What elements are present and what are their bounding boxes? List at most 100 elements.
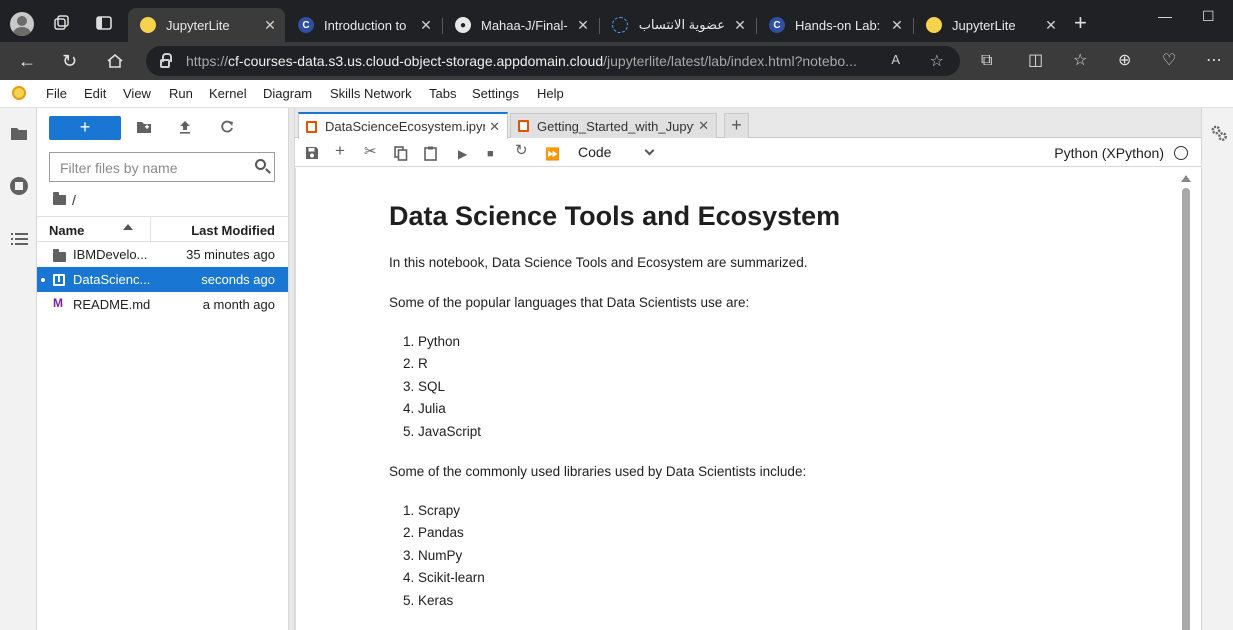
restart-run-all-icon[interactable]: ⏩ <box>545 147 560 161</box>
file-row-ibmdevelo[interactable]: IBMDevelo... 35 minutes ago <box>37 242 288 267</box>
restart-kernel-icon[interactable]: ↻ <box>515 143 528 158</box>
jupyter-menubar: File Edit View Run Kernel Diagram Skills… <box>0 80 1233 108</box>
breadcrumb[interactable]: / <box>53 192 76 208</box>
markdown-icon: M <box>53 296 63 310</box>
favorites-icon[interactable]: ☆ <box>1073 52 1087 70</box>
github-icon: ● <box>455 17 471 33</box>
kernel-name[interactable]: Python (XPython) <box>1054 145 1164 161</box>
browser-tab-jupyterlite-2[interactable]: JupyterLite ✕ <box>914 8 1066 42</box>
read-aloud-icon[interactable]: A <box>891 52 900 67</box>
libraries-list: 1. Scrapy 2. Pandas 3. NumPy 4. Scikit-l… <box>403 500 1089 612</box>
close-tab-icon[interactable]: ✕ <box>489 119 500 135</box>
address-bar[interactable]: https://cf-courses-data.s3.us.cloud-obje… <box>146 46 960 76</box>
more-menu-icon[interactable]: ⋯ <box>1206 52 1222 70</box>
run-cell-icon[interactable]: ▶ <box>458 147 467 161</box>
close-tab-icon[interactable]: ✕ <box>263 17 277 34</box>
markdown-cell-output[interactable]: Data Science Tools and Ecosystem In this… <box>389 198 1089 630</box>
kernel-status-icon <box>1174 146 1188 160</box>
minimize-button[interactable]: — <box>1158 8 1172 24</box>
close-tab-icon[interactable]: ✕ <box>1044 17 1058 34</box>
property-inspector-gears-icon[interactable] <box>1210 124 1228 142</box>
cut-icon[interactable]: ✂ <box>364 144 377 159</box>
browser-tab-arabic[interactable]: عضوية الانتساب ( ✕ <box>600 8 755 42</box>
column-divider <box>150 217 151 243</box>
refresh-files-icon[interactable] <box>220 120 234 134</box>
paste-icon[interactable] <box>424 146 437 161</box>
menu-skills-network[interactable]: Skills Network <box>330 86 412 101</box>
browser-tab-title: Hands-on Lab: U <box>795 17 882 33</box>
new-folder-icon[interactable] <box>136 120 152 134</box>
new-tab-button[interactable]: + <box>1074 12 1087 34</box>
libraries-heading: Some of the commonly used libraries used… <box>389 464 807 480</box>
menu-file[interactable]: File <box>46 86 67 101</box>
tab-actions-icon[interactable] <box>95 14 113 32</box>
close-tab-icon[interactable]: ✕ <box>419 17 433 34</box>
running-kernels-icon[interactable] <box>9 176 29 196</box>
menu-diagram[interactable]: Diagram <box>263 86 312 101</box>
sort-ascending-icon[interactable] <box>123 224 133 230</box>
tab-datascienceecosystem[interactable]: DataScienceEcosystem.ipynb ✕ <box>298 112 508 139</box>
maximize-button[interactable]: ☐ <box>1202 8 1215 25</box>
favorite-star-icon[interactable]: ☆ <box>930 51 944 71</box>
browser-tab-jupyterlite[interactable]: JupyterLite ✕ <box>128 8 285 42</box>
vertical-scrollbar[interactable] <box>1180 172 1192 630</box>
document-tab-bar: DataScienceEcosystem.ipynb ✕ Getting_Sta… <box>295 108 1201 139</box>
interrupt-kernel-icon[interactable]: ■ <box>487 147 494 161</box>
close-tab-icon[interactable]: ✕ <box>890 17 904 34</box>
list-item: 1. Scrapy <box>403 503 461 519</box>
last-modified-column-header[interactable]: Last Modified <box>191 223 275 238</box>
workspaces-icon[interactable] <box>52 14 70 32</box>
file-modified: a month ago <box>202 297 275 312</box>
split-screen-icon[interactable]: ◫ <box>1028 52 1043 70</box>
breadcrumb-root[interactable]: / <box>72 192 76 208</box>
folder-icon[interactable] <box>10 125 28 141</box>
list-item: 5. JavaScript <box>403 423 482 439</box>
add-tab-button[interactable]: + <box>724 113 749 138</box>
notebook-panel: Data Science Tools and Ecosystem In this… <box>295 168 1201 630</box>
browser-toolbar: ← ↻ https://cf-courses-data.s3.us.cloud-… <box>0 42 1233 80</box>
profile-avatar-icon[interactable] <box>10 12 34 36</box>
menu-help[interactable]: Help <box>537 86 564 101</box>
file-modified: seconds ago <box>201 272 275 287</box>
insert-cell-icon[interactable]: + <box>335 142 345 159</box>
notebook-icon <box>53 274 65 286</box>
menu-view[interactable]: View <box>123 86 151 101</box>
table-of-contents-icon[interactable] <box>11 232 28 246</box>
save-icon[interactable] <box>305 146 319 160</box>
filter-files-input[interactable]: Filter files by name <box>49 152 275 182</box>
menu-settings[interactable]: Settings <box>472 86 519 101</box>
unsaved-indicator-icon <box>41 278 45 282</box>
extensions-icon[interactable]: ⧉ <box>981 52 992 70</box>
close-tab-icon[interactable]: ✕ <box>698 118 709 134</box>
browser-tab-github[interactable]: ● Mahaa-J/Final-A ✕ <box>443 8 598 42</box>
browser-tab-introduction[interactable]: C Introduction to D ✕ <box>286 8 441 42</box>
name-column-header[interactable]: Name <box>49 223 84 238</box>
scroll-up-arrow-icon[interactable] <box>1181 175 1191 182</box>
tab-getting-started[interactable]: Getting_Started_with_Jupyter ✕ <box>510 113 717 138</box>
upload-icon[interactable] <box>178 120 192 134</box>
file-row-readme[interactable]: M README.md a month ago <box>37 292 288 317</box>
refresh-icon[interactable]: ↻ <box>62 51 77 71</box>
panel-splitter[interactable] <box>288 108 295 630</box>
collections-icon[interactable]: ⊕ <box>1118 52 1131 70</box>
list-item: 2. R <box>403 356 428 372</box>
chevron-down-icon[interactable] <box>644 145 655 156</box>
file-list-header: Name Last Modified <box>37 216 288 243</box>
close-tab-icon[interactable]: ✕ <box>733 17 747 34</box>
menu-run[interactable]: Run <box>169 86 193 101</box>
browser-tab-title: JupyterLite <box>166 17 230 33</box>
close-tab-icon[interactable]: ✕ <box>576 17 590 34</box>
menu-kernel[interactable]: Kernel <box>209 86 247 101</box>
home-icon[interactable] <box>106 52 124 70</box>
browser-tab-title: Introduction to D <box>324 17 411 33</box>
browser-essentials-icon[interactable]: ♡ <box>1162 52 1176 70</box>
file-row-datascience-notebook[interactable]: DataScienc... seconds ago <box>37 267 288 292</box>
scrollbar-thumb[interactable] <box>1182 188 1190 630</box>
menu-edit[interactable]: Edit <box>84 86 106 101</box>
new-launcher-button[interactable]: + <box>49 116 121 140</box>
copy-icon[interactable] <box>394 146 408 161</box>
menu-tabs[interactable]: Tabs <box>429 86 456 101</box>
cell-type-select[interactable]: Code <box>578 144 611 160</box>
back-arrow-icon[interactable]: ← <box>18 51 36 71</box>
browser-tab-hands-on-lab[interactable]: C Hands-on Lab: U ✕ <box>757 8 912 42</box>
